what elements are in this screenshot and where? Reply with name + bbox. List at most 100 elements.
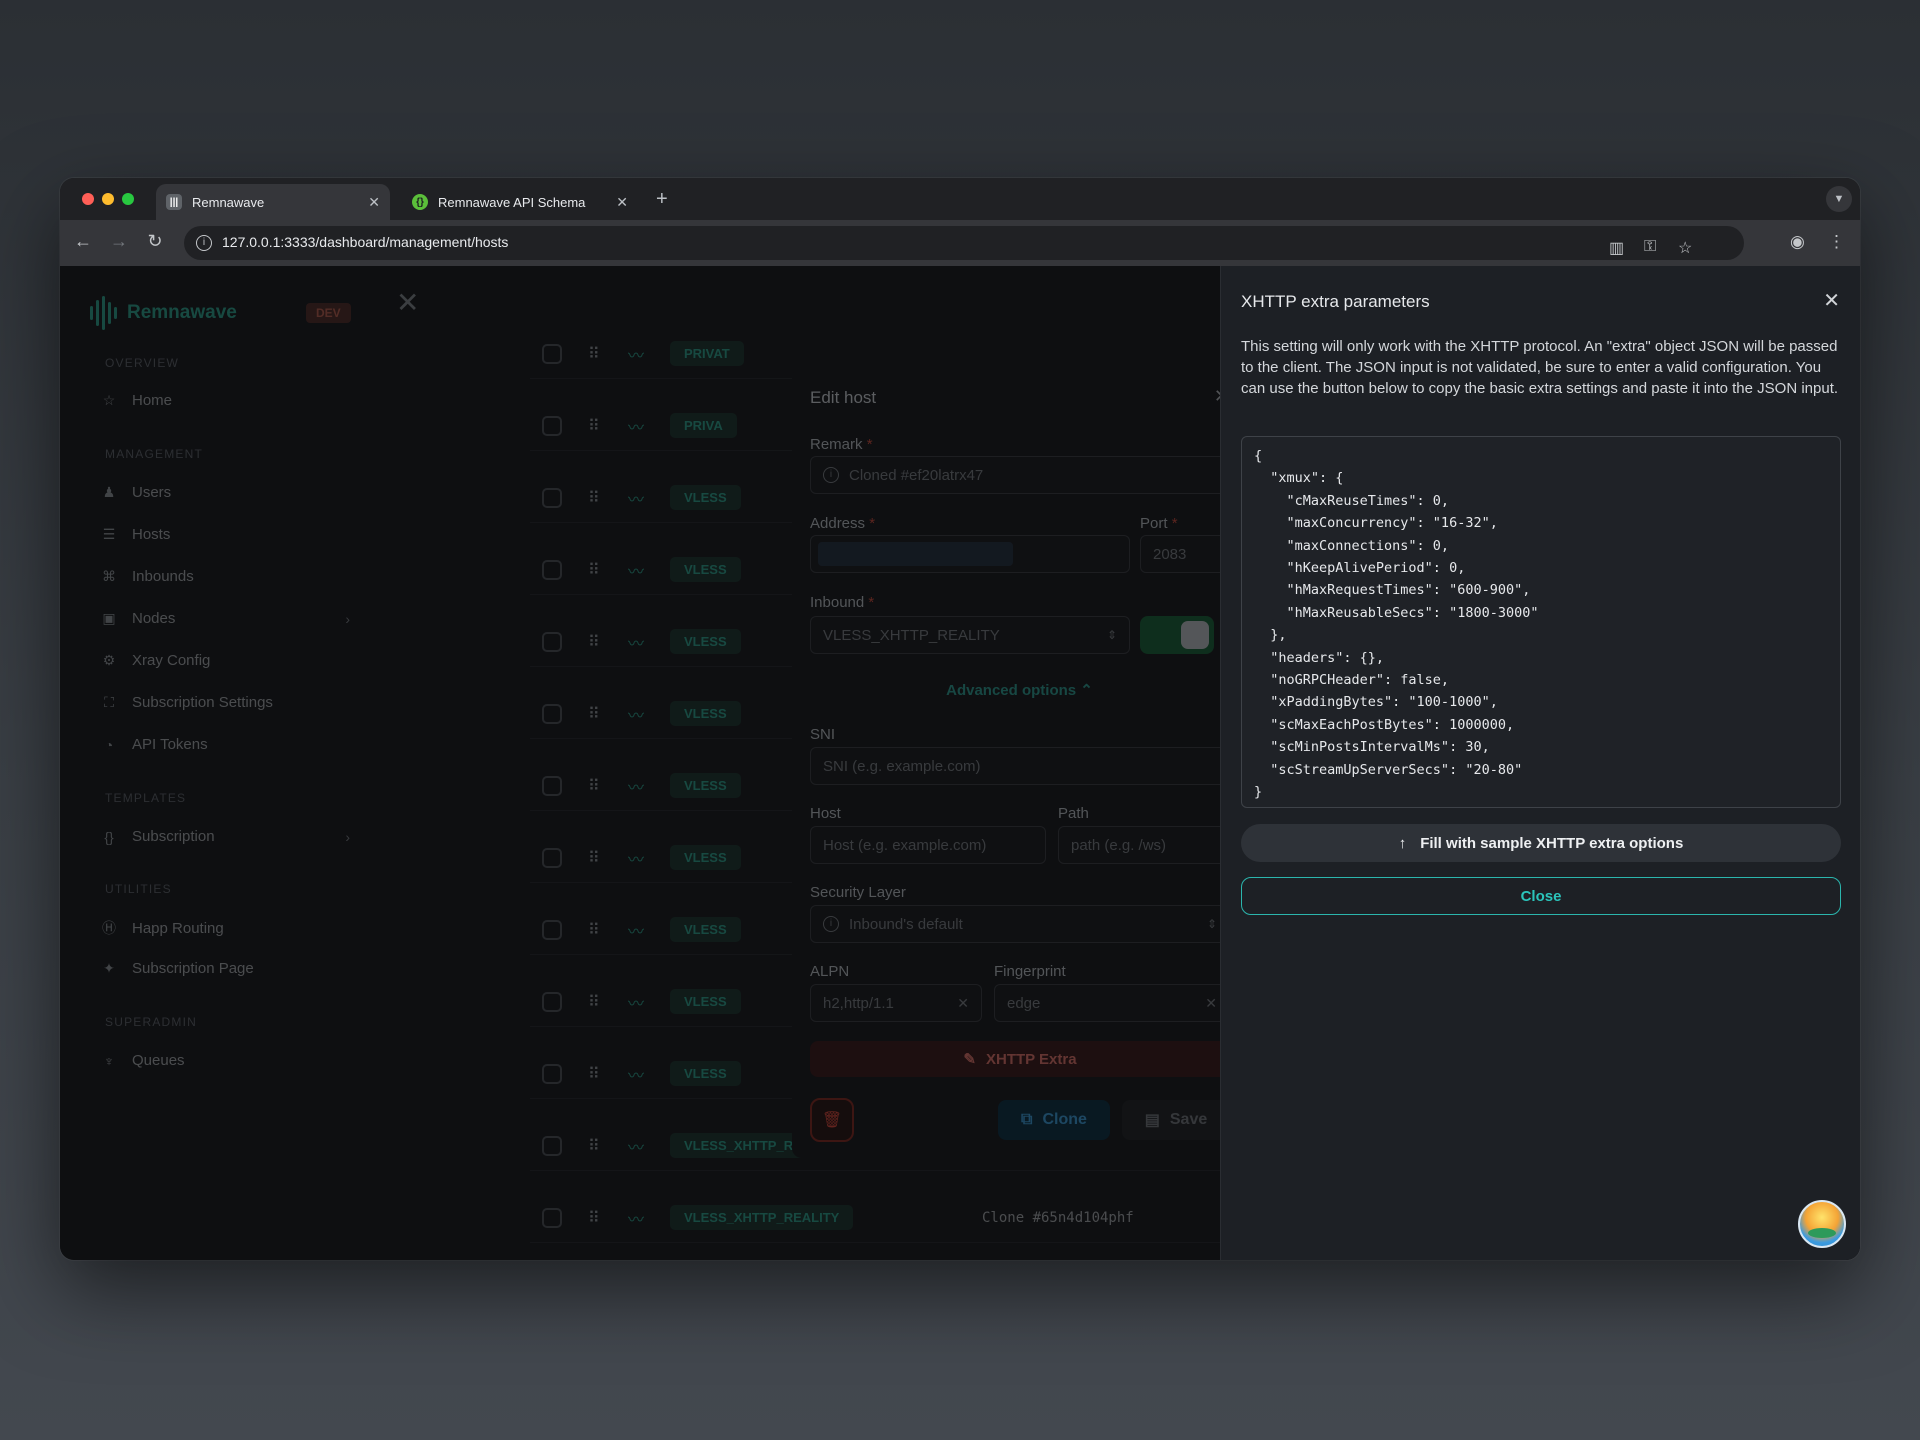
section-management: MANAGEMENT (105, 447, 204, 461)
site-info-icon[interactable]: i (196, 235, 212, 251)
address-bar[interactable]: i 127.0.0.1:3333/dashboard/management/ho… (184, 226, 1744, 260)
sidebar-item-label: Home (132, 392, 173, 409)
braces-icon: {} (104, 828, 114, 845)
sidebar-item-inbounds[interactable]: ⌘ Inbounds (100, 568, 350, 585)
drag-handle-icon[interactable]: ⠿ (588, 920, 601, 940)
sidebar-item-happ-routing[interactable]: Ⓗ Happ Routing (100, 918, 350, 938)
sidebar-item-subscription[interactable]: {} Subscription › (100, 828, 350, 845)
row-checkbox[interactable] (542, 487, 562, 508)
sidebar-item-label: Subscription Page (132, 960, 254, 977)
scan-icon: ⛶ (104, 694, 114, 710)
activity-icon: 〰 (628, 1211, 645, 1229)
cookie-icon: ◔ (104, 736, 114, 753)
section-utilities: UTILITIES (105, 882, 172, 896)
app-logo[interactable]: Remnawave (90, 296, 237, 330)
row-checkbox[interactable] (542, 919, 562, 940)
sidebar-item-label: Nodes (132, 610, 176, 627)
sidebar-item-hosts[interactable]: ☰ Hosts (100, 526, 350, 543)
tab-remnawave[interactable]: ||| Remnawave ✕ (156, 184, 390, 220)
sidebar-item-label: API Tokens (132, 736, 208, 753)
browser-toolbar: ← → ↻ i 127.0.0.1:3333/dashboard/managem… (60, 220, 1860, 266)
back-arrow-icon[interactable]: ← (72, 231, 94, 252)
row-checkbox[interactable] (542, 343, 562, 364)
sidebar-item-label: Users (132, 484, 172, 501)
drag-handle-icon[interactable]: ⠿ (588, 344, 601, 364)
new-tab-icon[interactable]: + (656, 188, 668, 211)
fill-sample-button[interactable]: ↑ Fill with sample XHTTP extra options (1241, 824, 1841, 862)
key-icon[interactable]: ⚿ (1644, 238, 1656, 256)
inbound-badge: VLESS (670, 701, 741, 726)
inbound-badge: VLESS (670, 1061, 741, 1086)
bookmark-star-icon[interactable]: ☆ (1678, 238, 1692, 258)
modal-overlay (792, 368, 1247, 1158)
window-controls (82, 193, 134, 205)
audio-waveform-icon[interactable]: ▥ (1609, 238, 1624, 258)
row-checkbox[interactable] (542, 703, 562, 724)
sidebar-item-api-tokens[interactable]: ◔ API Tokens (100, 736, 350, 753)
tab-api-schema[interactable]: {} Remnawave API Schema ✕ (402, 184, 638, 220)
drag-handle-icon[interactable]: ⠿ (588, 1208, 601, 1228)
drag-handle-icon[interactable]: ⠿ (588, 1136, 601, 1156)
chevron-down-icon[interactable]: ▼ (1826, 186, 1852, 212)
row-checkbox[interactable] (542, 847, 562, 868)
sidebar-item-label: Queues (132, 1052, 185, 1069)
sidebar-item-xray-config[interactable]: ⚙ Xray Config (100, 652, 350, 669)
activity-icon: 〰 (628, 779, 645, 797)
support-avatar-button[interactable] (1798, 1200, 1846, 1248)
row-checkbox[interactable] (542, 775, 562, 796)
sidebar-item-home[interactable]: ☆ Home (100, 392, 350, 409)
close-window-button[interactable] (82, 193, 94, 205)
sidebar-item-users[interactable]: ♟ Users (100, 484, 350, 501)
drag-handle-icon[interactable]: ⠿ (588, 704, 601, 724)
close-icon[interactable]: ✕ (1823, 288, 1840, 313)
minimize-window-button[interactable] (102, 193, 114, 205)
activity-icon: 〰 (628, 851, 645, 869)
url-text: 127.0.0.1:3333/dashboard/management/host… (222, 234, 509, 250)
inbound-badge: VLESS (670, 989, 741, 1014)
drag-handle-icon[interactable]: ⠿ (588, 992, 601, 1012)
row-checkbox[interactable] (542, 559, 562, 580)
inbound-badge: VLESS (670, 557, 741, 582)
drag-handle-icon[interactable]: ⠿ (588, 560, 601, 580)
profile-icon[interactable]: ◉ (1790, 232, 1805, 252)
drag-handle-icon[interactable]: ⠿ (588, 488, 601, 508)
inbound-badge: PRIVAT (670, 341, 744, 366)
close-button[interactable]: Close (1241, 877, 1841, 915)
forward-arrow-icon[interactable]: → (108, 231, 130, 252)
row-checkbox[interactable] (542, 1135, 562, 1156)
reload-icon[interactable]: ↻ (144, 231, 166, 252)
row-checkbox[interactable] (542, 415, 562, 436)
drag-handle-icon[interactable]: ⠿ (588, 416, 601, 436)
table-row[interactable]: ⠿ 〰 VLESS_XHTTP_REALITY Clone #65n4d104phf (530, 1193, 1240, 1243)
inbound-badge: PRIVA (670, 413, 737, 438)
page-viewport: Remnawave DEV OVERVIEW ☆ Home MANAGEMENT … (60, 266, 1860, 1260)
drag-handle-icon[interactable]: ⠿ (588, 1064, 601, 1084)
sidebar-item-queues[interactable]: ♆ Queues (100, 1052, 350, 1069)
activity-icon: 〰 (628, 995, 645, 1013)
row-checkbox[interactable] (542, 631, 562, 652)
row-checkbox[interactable] (542, 991, 562, 1012)
activity-icon: 〰 (628, 635, 645, 653)
inbound-badge: VLESS (670, 845, 741, 870)
button-label: Close (1520, 887, 1562, 905)
happ-icon: Ⓗ (102, 920, 116, 936)
tab-title: Remnawave API Schema (438, 194, 586, 210)
menu-kebab-icon[interactable]: ⋮ (1828, 232, 1845, 252)
maximize-window-button[interactable] (122, 193, 134, 205)
sidebar-item-subscription-settings[interactable]: ⛶ Subscription Settings (100, 694, 350, 711)
sidebar-item-subscription-page[interactable]: ✦ Subscription Page (100, 960, 350, 977)
row-checkbox[interactable] (542, 1207, 562, 1228)
row-checkbox[interactable] (542, 1063, 562, 1084)
xhttp-extra-drawer: XHTTP extra parameters ✕ This setting wi… (1220, 266, 1860, 1260)
close-icon[interactable]: ✕ (368, 194, 380, 211)
drag-handle-icon[interactable]: ⠿ (588, 848, 601, 868)
close-icon[interactable]: ✕ (616, 194, 628, 211)
close-icon[interactable]: ✕ (396, 286, 419, 319)
json-editor[interactable]: { "xmux": { "cMaxReuseTimes": 0, "maxCon… (1241, 436, 1841, 808)
drag-handle-icon[interactable]: ⠿ (588, 632, 601, 652)
sidebar-item-nodes[interactable]: ▣ Nodes › (100, 610, 350, 627)
arrow-up-icon: ↑ (1398, 834, 1407, 852)
section-overview: OVERVIEW (105, 356, 180, 370)
drag-handle-icon[interactable]: ⠿ (588, 776, 601, 796)
chevron-right-icon: › (345, 828, 350, 845)
